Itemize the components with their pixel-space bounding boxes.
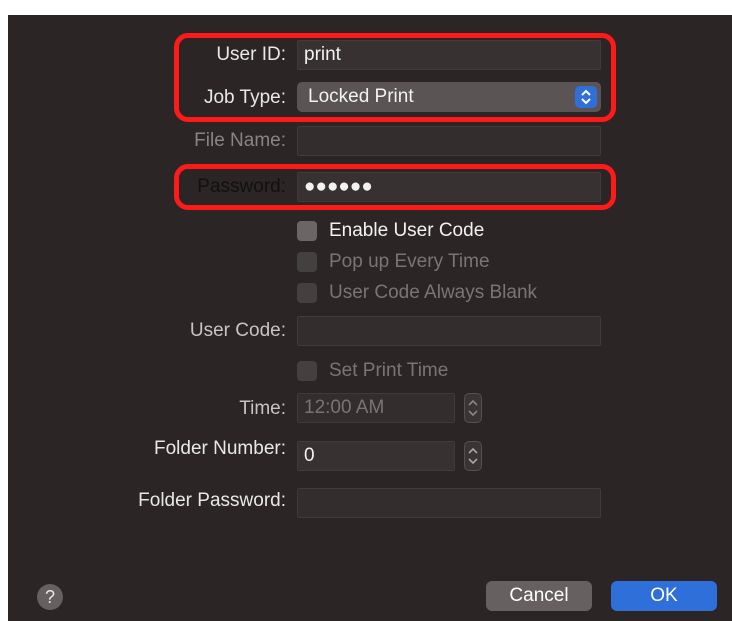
help-button[interactable]: ? — [37, 584, 63, 610]
user-code-always-blank-label: User Code Always Blank — [329, 282, 538, 303]
set-print-time-checkbox[interactable]: Set Print Time — [297, 360, 448, 382]
enable-user-code-label: Enable User Code — [329, 220, 485, 241]
checkbox-box[interactable] — [297, 252, 317, 272]
user-code-always-blank-checkbox[interactable]: User Code Always Blank — [297, 282, 537, 304]
folder-number-field[interactable]: 0 — [297, 441, 455, 471]
cancel-button[interactable]: Cancel — [486, 581, 592, 611]
enable-user-code-checkbox[interactable]: Enable User Code — [297, 220, 484, 242]
checkbox-box[interactable] — [297, 283, 317, 303]
time-field[interactable]: 12:00 AM — [297, 393, 455, 423]
pop-up-every-time-checkbox[interactable]: Pop up Every Time — [297, 251, 490, 273]
highlight-box — [174, 164, 616, 210]
user-code-field[interactable] — [297, 316, 601, 346]
time-stepper[interactable] — [464, 393, 482, 423]
time-label: Time: — [239, 398, 286, 419]
set-print-time-label: Set Print Time — [329, 360, 449, 381]
folder-password-field[interactable] — [297, 488, 601, 518]
pop-up-every-time-label: Pop up Every Time — [329, 251, 490, 272]
highlight-box — [174, 33, 616, 122]
user-code-label: User Code: — [189, 320, 286, 341]
checkbox-box[interactable] — [297, 361, 317, 381]
checkbox-box[interactable] — [297, 221, 317, 241]
stepper-arrows-icon — [468, 447, 478, 465]
file-name-field[interactable] — [297, 126, 601, 156]
ok-button[interactable]: OK — [611, 581, 717, 611]
folder-password-label: Folder Password: — [138, 490, 286, 511]
file-name-label: File Name: — [194, 130, 286, 151]
folder-number-label: Folder Number: — [154, 438, 286, 459]
stepper-arrows-icon — [468, 399, 478, 417]
folder-number-stepper[interactable] — [464, 441, 482, 471]
